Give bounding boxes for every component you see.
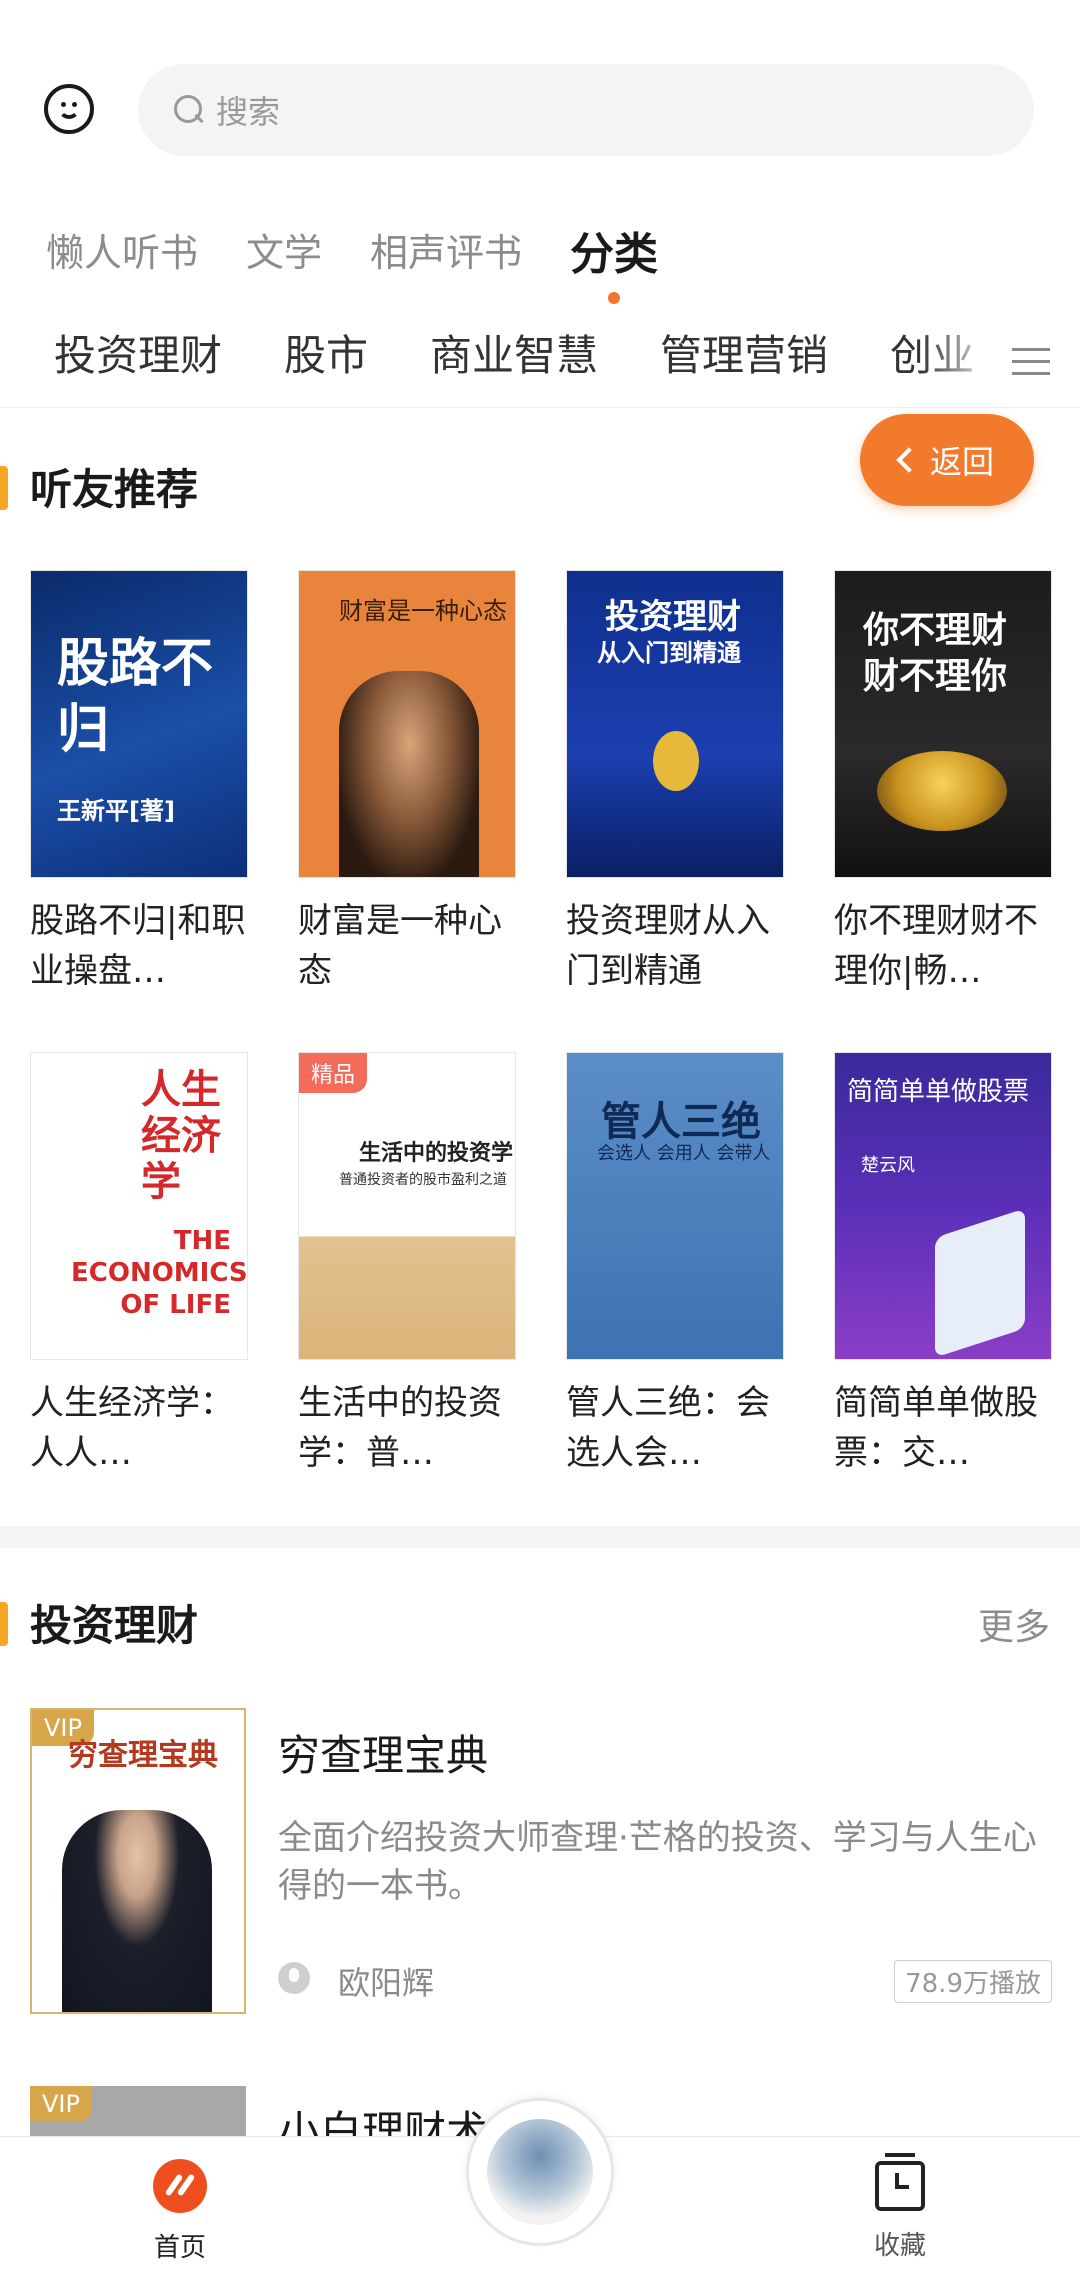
book-title: 简简单单做股票：交… <box>834 1383 1038 1473</box>
nav-favorites[interactable]: 收藏 <box>850 2153 950 2262</box>
book-cover: 简简单单做股票 楚云风 <box>834 1052 1052 1360</box>
book-card[interactable]: 股路不归 王新平[著] 股路不归|和职业操盘… <box>30 570 250 996</box>
top-tabs: 懒人听书 文学 相声评书 分类 <box>46 222 658 304</box>
book-card[interactable]: 人生经济学 THE ECONOMICS OF LIFE 人生经济学：人人… <box>30 1052 250 1478</box>
premium-badge: 精品 <box>299 1053 368 1093</box>
list-item-title[interactable]: 穷查理宝典 <box>278 1722 488 1783</box>
book-cover: 管人三绝 会选人 会用人 会带人 <box>566 1052 784 1360</box>
book-title: 投资理财从入门到精通 <box>566 901 770 991</box>
mini-player-button[interactable] <box>466 2098 614 2246</box>
gold-eggs-image <box>877 751 1007 831</box>
piggy-image <box>653 731 699 791</box>
search-icon <box>172 93 206 127</box>
home-icon <box>153 2159 207 2213</box>
book-card[interactable]: 财富是一种心态 财富是一种心态 <box>298 570 518 996</box>
more-link[interactable]: 更多 <box>978 1598 1050 1650</box>
book-title: 财富是一种心态 <box>298 901 502 991</box>
album-art-disc <box>487 2119 593 2225</box>
back-button[interactable]: 返回 <box>860 414 1034 506</box>
book-card[interactable]: 简简单单做股票 楚云风 简简单单做股票：交… <box>834 1052 1054 1478</box>
portrait-image <box>339 671 479 877</box>
book-cover: 投资理财 从入门到精通 <box>566 570 784 878</box>
book-title: 管人三绝：会选人会… <box>566 1383 770 1473</box>
chevron-left-icon <box>896 447 922 473</box>
microphone-icon <box>278 1962 310 1994</box>
phone-image <box>935 1208 1025 1358</box>
category-item-stocks[interactable]: 股市 <box>284 322 368 383</box>
nav-home[interactable]: 首页 <box>130 2159 230 2264</box>
category-item-finance[interactable]: 投资理财 <box>54 322 222 383</box>
section-title: 听友推荐 <box>30 465 199 514</box>
book-title: 你不理财财不理你|畅… <box>834 901 1038 991</box>
search-placeholder: 搜索 <box>216 93 281 131</box>
portrait-image <box>62 1810 212 2012</box>
category-menu-icon[interactable] <box>988 316 1080 407</box>
section-divider <box>0 1526 1080 1548</box>
category-item-management[interactable]: 管理营销 <box>660 322 828 383</box>
list-item-desc: 全面介绍投资大师查理·芒格的投资、学习与人生心得的一本书。 <box>278 1818 1037 1906</box>
book-cover: 股路不归 王新平[著] <box>30 570 248 878</box>
book-card[interactable]: 管人三绝 会选人 会用人 会带人 管人三绝：会选人会… <box>566 1052 786 1478</box>
play-count-badge: 78.9万播放 <box>894 1960 1052 2003</box>
book-cover: 人生经济学 THE ECONOMICS OF LIFE <box>30 1052 248 1360</box>
profile-face-icon[interactable] <box>44 84 94 134</box>
category-bar: 投资理财 股市 商业智慧 管理营销 创业 <box>0 316 1080 408</box>
section-title: 投资理财 <box>30 1601 199 1650</box>
tab-category[interactable]: 分类 <box>570 218 658 304</box>
book-card[interactable]: 精品 生活中的投资学 普通投资者的股市盈利之道 生活中的投资学：普… <box>298 1052 518 1478</box>
vip-badge: VIP <box>30 2086 92 2122</box>
tab-literature[interactable]: 文学 <box>246 222 322 286</box>
book-title: 股路不归|和职业操盘… <box>30 901 246 991</box>
book-card[interactable]: 你不理财 财不理你 你不理财财不理你|畅… <box>834 570 1054 996</box>
book-title: 人生经济学：人人… <box>30 1383 234 1473</box>
book-card[interactable]: 投资理财 从入门到精通 投资理财从入门到精通 <box>566 570 786 996</box>
category-item-business[interactable]: 商业智慧 <box>430 322 598 383</box>
book-cover: 精品 生活中的投资学 普通投资者的股市盈利之道 <box>298 1052 516 1360</box>
calendar-clock-icon <box>875 2153 925 2211</box>
tab-lanren[interactable]: 懒人听书 <box>46 222 198 286</box>
finance-section-header: 投资理财 更多 <box>0 1582 1080 1662</box>
tab-crosstalk[interactable]: 相声评书 <box>370 222 522 286</box>
book-cover[interactable]: VIP 穷查理宝典 <box>30 1708 246 2014</box>
search-input[interactable]: 搜索 <box>138 64 1034 156</box>
book-cover: 你不理财 财不理你 <box>834 570 1052 878</box>
author-name: 欧阳辉 <box>338 1964 435 2002</box>
book-title: 生活中的投资学：普… <box>298 1383 502 1473</box>
book-cover: 财富是一种心态 <box>298 570 516 878</box>
